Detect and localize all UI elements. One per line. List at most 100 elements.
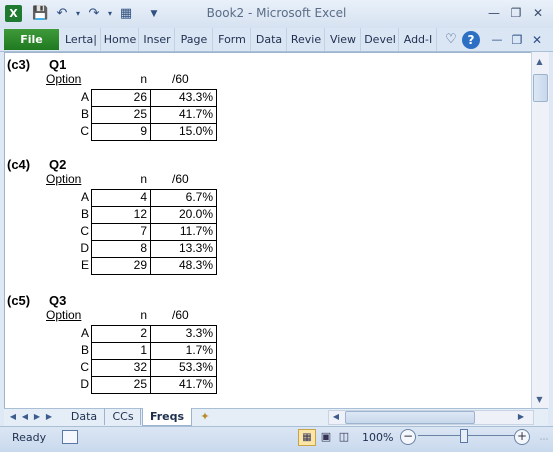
next-sheet-icon[interactable]: ▶ xyxy=(32,410,42,423)
tab-formulas[interactable]: Form xyxy=(214,28,251,51)
vertical-scrollbar[interactable] xyxy=(531,52,549,408)
pct-cell[interactable]: 41.7% xyxy=(154,107,213,121)
tab-insert[interactable]: Inser xyxy=(140,28,175,51)
option-cell[interactable]: D xyxy=(65,241,89,255)
tab-review[interactable]: Revie xyxy=(288,28,325,51)
horizontal-scroll-thumb[interactable] xyxy=(345,411,475,424)
option-cell[interactable]: A xyxy=(65,190,89,204)
pct-cell[interactable]: 15.0% xyxy=(154,124,213,138)
section-question[interactable]: Q3 xyxy=(49,293,66,308)
restore-icon[interactable]: ❐ xyxy=(506,6,526,22)
tab-add-ins[interactable]: Add-I xyxy=(400,28,437,51)
section-question[interactable]: Q2 xyxy=(49,157,66,172)
pct-cell[interactable]: 20.0% xyxy=(154,207,213,221)
pct-column-header[interactable]: /60 xyxy=(172,172,189,186)
option-cell[interactable]: A xyxy=(65,90,89,104)
file-tab[interactable]: File xyxy=(4,29,59,50)
option-cell[interactable]: C xyxy=(65,224,89,238)
pct-cell[interactable]: 13.3% xyxy=(154,241,213,255)
pct-column-header[interactable]: /60 xyxy=(172,72,189,86)
resize-grip-icon[interactable]: ⋯ xyxy=(538,434,550,446)
tab-home[interactable]: Home xyxy=(102,28,139,51)
zoom-out-icon[interactable]: − xyxy=(400,429,416,445)
zoom-level[interactable]: 100% xyxy=(362,431,393,445)
worksheet[interactable]: (c3) Q1 Option n/60 A 26 43.3% B 25 41.7% C 9 15.0%(… xyxy=(4,52,532,410)
pct-cell[interactable]: 1.7% xyxy=(154,343,213,357)
restore-window-icon[interactable]: ❐ xyxy=(508,31,526,49)
section-tag[interactable]: (c3) xyxy=(7,57,30,72)
n-cell[interactable]: 25 xyxy=(95,377,147,391)
macro-record-icon[interactable] xyxy=(62,430,78,444)
page-layout-view-icon[interactable]: ▣ xyxy=(318,429,334,444)
n-cell[interactable]: 32 xyxy=(95,360,147,374)
section-tag[interactable]: (c5) xyxy=(7,293,30,308)
scroll-right-icon[interactable]: ▶ xyxy=(516,410,526,423)
ready-status: Ready xyxy=(12,431,47,444)
tab-view[interactable]: View xyxy=(326,28,361,51)
pct-cell[interactable]: 41.7% xyxy=(154,377,213,391)
option-cell[interactable]: D xyxy=(65,377,89,391)
minimize-icon[interactable]: — xyxy=(484,6,504,22)
option-column-header[interactable]: Option xyxy=(46,72,81,86)
n-cell[interactable]: 1 xyxy=(95,343,147,357)
window-title: Book2 - Microsoft Excel xyxy=(206,6,347,20)
n-cell[interactable]: 9 xyxy=(95,124,147,138)
status-bar xyxy=(0,426,553,452)
close-workbook-icon[interactable]: ✕ xyxy=(528,31,546,49)
normal-view-icon[interactable]: ▦ xyxy=(298,429,316,446)
n-cell[interactable]: 29 xyxy=(95,258,147,272)
last-sheet-icon[interactable]: ▶ xyxy=(44,410,54,423)
vertical-scroll-thumb[interactable] xyxy=(533,74,548,102)
n-cell[interactable]: 7 xyxy=(95,224,147,238)
close-icon[interactable]: ✕ xyxy=(528,6,548,22)
sheet-tab-freqs[interactable]: Freqs xyxy=(142,408,192,426)
pct-cell[interactable]: 53.3% xyxy=(154,360,213,374)
option-column-header[interactable]: Option xyxy=(46,308,81,322)
option-cell[interactable]: E xyxy=(65,258,89,272)
option-cell[interactable]: B xyxy=(65,343,89,357)
pct-cell[interactable]: 48.3% xyxy=(154,258,213,272)
scroll-up-icon[interactable]: ▲ xyxy=(531,54,548,70)
n-cell[interactable]: 25 xyxy=(95,107,147,121)
n-cell[interactable]: 12 xyxy=(95,207,147,221)
prev-sheet-icon[interactable]: ◀ xyxy=(20,410,30,423)
section-tag[interactable]: (c4) xyxy=(7,157,30,172)
option-cell[interactable]: B xyxy=(65,107,89,121)
tab-data[interactable]: Data xyxy=(252,28,287,51)
zoom-in-icon[interactable]: + xyxy=(514,429,530,445)
n-cell[interactable]: 26 xyxy=(95,90,147,104)
pct-column-header[interactable]: /60 xyxy=(172,308,189,322)
page-break-view-icon[interactable]: ◫ xyxy=(336,429,352,444)
tab-page-layout[interactable]: Page xyxy=(176,28,213,51)
pct-cell[interactable]: 3.3% xyxy=(154,326,213,340)
table-column-divider xyxy=(150,89,151,141)
n-column-header[interactable]: n xyxy=(123,172,147,186)
scroll-left-icon[interactable]: ◀ xyxy=(331,410,341,423)
tab-developer[interactable]: Devel xyxy=(362,28,399,51)
table-column-divider xyxy=(150,189,151,275)
first-sheet-icon[interactable]: ◀ xyxy=(8,410,18,423)
option-cell[interactable]: C xyxy=(65,360,89,374)
scroll-down-icon[interactable]: ▼ xyxy=(531,392,548,408)
pct-cell[interactable]: 11.7% xyxy=(154,224,213,238)
option-column-header[interactable]: Option xyxy=(46,172,81,186)
minimize-ribbon-icon[interactable]: — xyxy=(488,31,506,49)
sheet-tab-ccs[interactable]: CCs xyxy=(106,408,141,425)
pct-cell[interactable]: 6.7% xyxy=(154,190,213,204)
tab-lertap[interactable]: Lerta| xyxy=(62,28,101,51)
option-cell[interactable]: C xyxy=(65,124,89,138)
option-cell[interactable]: A xyxy=(65,326,89,340)
n-cell[interactable]: 2 xyxy=(95,326,147,340)
n-cell[interactable]: 4 xyxy=(95,190,147,204)
n-column-header[interactable]: n xyxy=(123,308,147,322)
help-icon[interactable]: ? xyxy=(462,31,480,49)
insert-sheet-icon[interactable]: ✦ xyxy=(196,410,214,423)
n-cell[interactable]: 8 xyxy=(95,241,147,255)
sheet-tab-data[interactable]: Data xyxy=(64,408,105,425)
zoom-slider-thumb[interactable] xyxy=(460,429,468,443)
section-question[interactable]: Q1 xyxy=(49,57,66,72)
n-column-header[interactable]: n xyxy=(123,72,147,86)
heart-icon[interactable]: ♡ xyxy=(442,31,460,49)
pct-cell[interactable]: 43.3% xyxy=(154,90,213,104)
option-cell[interactable]: B xyxy=(65,207,89,221)
